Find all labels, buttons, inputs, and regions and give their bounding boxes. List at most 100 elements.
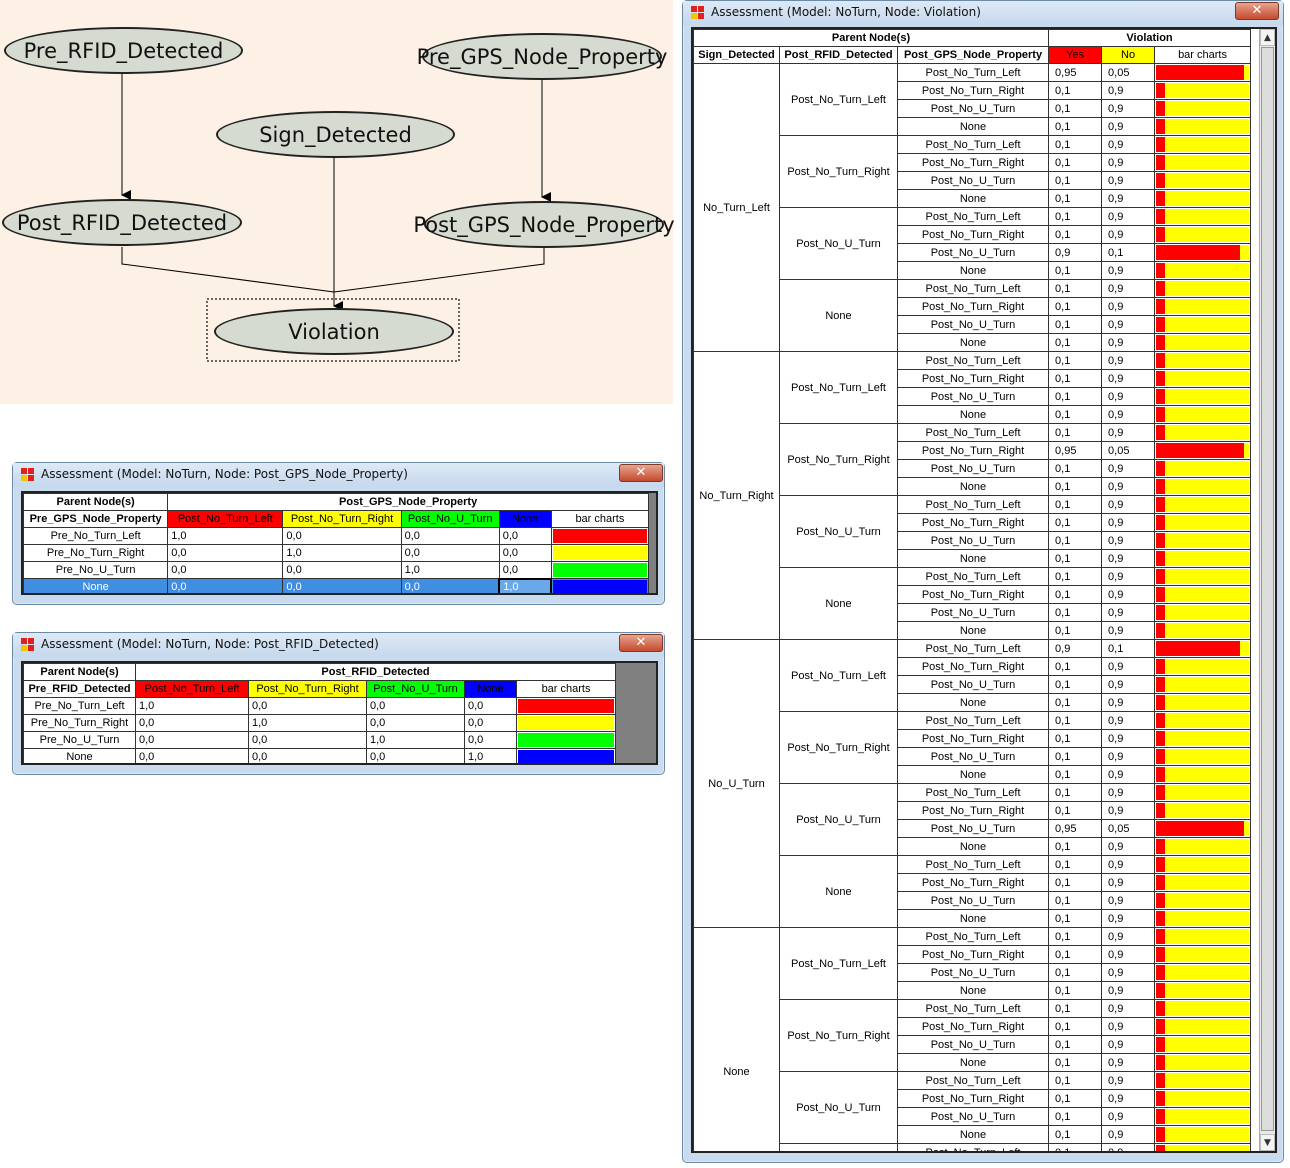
probability-yes-cell[interactable]: 0,1 [1048, 675, 1103, 694]
probability-yes-cell[interactable]: 0,1 [1048, 387, 1103, 406]
probability-yes-cell[interactable]: 0,1 [1048, 981, 1103, 1000]
probability-no-cell[interactable]: 0,9 [1101, 765, 1156, 784]
probability-cell[interactable]: 0,0 [248, 697, 367, 715]
probability-yes-cell[interactable]: 0,1 [1048, 873, 1103, 892]
table-row[interactable]: None 0,0 0,0 0,0 1,0 [23, 577, 650, 593]
probability-yes-cell[interactable]: 0,1 [1048, 1125, 1103, 1144]
probability-no-cell[interactable]: 0,9 [1101, 189, 1156, 208]
probability-cell[interactable]: 0,0 [167, 544, 284, 562]
probability-yes-cell[interactable]: 0,1 [1048, 207, 1103, 226]
probability-yes-cell[interactable]: 0,1 [1048, 513, 1103, 532]
probability-cell[interactable]: 0,0 [498, 544, 552, 562]
probability-cell[interactable]: 0,0 [366, 697, 465, 715]
scroll-down-arrow[interactable]: ▼ [1260, 1134, 1275, 1151]
probability-cell[interactable]: 1,0 [282, 544, 402, 562]
probability-no-cell[interactable]: 0,9 [1101, 603, 1156, 622]
probability-yes-cell[interactable]: 0,1 [1048, 1143, 1103, 1151]
probability-no-cell[interactable]: 0,9 [1101, 621, 1156, 640]
post-gps-cell[interactable]: None [896, 621, 1050, 640]
sign-detected-cell[interactable]: No_Turn_Left [693, 63, 780, 352]
probability-no-cell[interactable]: 0,9 [1101, 279, 1156, 298]
post-gps-cell[interactable]: Post_No_Turn_Left [896, 783, 1050, 802]
probability-yes-cell[interactable]: 0,1 [1048, 153, 1103, 172]
table-row[interactable]: Pre_No_Turn_Right 0,0 1,0 0,0 0,0 [23, 714, 617, 732]
close-button[interactable]: ✕ [1235, 2, 1279, 20]
node-pre-rfid-detected[interactable]: Pre_RFID_Detected [4, 27, 243, 74]
probability-no-cell[interactable]: 0,9 [1101, 783, 1156, 802]
probability-no-cell[interactable]: 0,9 [1101, 963, 1156, 982]
title-bar[interactable]: Assessment (Model: NoTurn, Node: Post_GP… [13, 463, 664, 487]
probability-yes-cell[interactable]: 0,1 [1048, 621, 1103, 640]
probability-yes-cell[interactable]: 0,1 [1048, 117, 1103, 136]
post-gps-cell[interactable]: Post_No_Turn_Right [896, 873, 1050, 892]
probability-cell[interactable]: 1,0 [248, 714, 367, 732]
post-gps-cell[interactable]: Post_No_Turn_Left [896, 279, 1050, 298]
probability-no-cell[interactable]: 0,9 [1101, 351, 1156, 370]
close-button[interactable]: ✕ [619, 634, 663, 652]
probability-yes-cell[interactable]: 0,1 [1048, 783, 1103, 802]
probability-yes-cell[interactable]: 0,1 [1048, 567, 1103, 586]
post-gps-cell[interactable]: None [896, 693, 1050, 712]
state-header[interactable]: None [498, 510, 552, 528]
probability-no-cell[interactable]: 0,9 [1101, 387, 1156, 406]
probability-no-cell[interactable]: 0,9 [1101, 873, 1156, 892]
table-row[interactable]: Pre_No_Turn_Left 1,0 0,0 0,0 0,0 [23, 697, 617, 715]
table-row[interactable]: No_Turn_Left Post_No_Turn_Left Post_No_Tur… [693, 63, 1252, 352]
post-gps-cell[interactable]: Post_No_Turn_Right [896, 369, 1050, 388]
probability-no-cell[interactable]: 0,9 [1101, 945, 1156, 964]
node-sign-detected[interactable]: Sign_Detected [216, 111, 455, 158]
post-gps-cell[interactable]: Post_No_Turn_Right [896, 945, 1050, 964]
post-gps-cell[interactable]: Post_No_Turn_Right [896, 801, 1050, 820]
post-gps-cell[interactable]: Post_No_U_Turn [896, 243, 1050, 262]
probability-yes-cell[interactable]: 0,1 [1048, 747, 1103, 766]
table-row[interactable]: Pre_No_U_Turn 0,0 0,0 1,0 0,0 [23, 561, 650, 579]
post-gps-cell[interactable]: Post_No_Turn_Right [896, 153, 1050, 172]
table-row[interactable]: No_Turn_Right Post_No_Turn_Left Post_No_Tu… [693, 351, 1252, 640]
sign-detected-cell[interactable]: No_Turn_Right [693, 351, 780, 640]
probability-no-cell[interactable]: 0,9 [1101, 405, 1156, 424]
post-gps-cell[interactable]: None [896, 1053, 1050, 1072]
post-gps-cell[interactable]: Post_No_Turn_Left [896, 711, 1050, 730]
sign-detected-cell[interactable]: None [693, 927, 780, 1151]
probability-yes-cell[interactable]: 0,1 [1048, 1035, 1103, 1054]
probability-yes-cell[interactable]: 0,1 [1048, 459, 1103, 478]
post-gps-cell[interactable]: Post_No_Turn_Right [896, 81, 1050, 100]
probability-yes-cell[interactable]: 0,95 [1048, 819, 1103, 838]
probability-cell[interactable]: 0,0 [464, 697, 517, 715]
post-rfid-cell[interactable]: Post_No_Turn_Right [779, 135, 898, 208]
probability-yes-cell[interactable]: 0,1 [1048, 657, 1103, 676]
sign-detected-cell[interactable]: No_U_Turn [693, 639, 780, 928]
probability-no-cell[interactable]: 0,9 [1101, 477, 1156, 496]
probability-yes-cell[interactable]: 0,1 [1048, 369, 1103, 388]
post-rfid-cell[interactable]: Post_No_Turn_Right [779, 423, 898, 496]
node-post-gps-node-property[interactable]: Post_GPS_Node_Property [413, 201, 675, 248]
probability-no-cell[interactable]: 0,9 [1101, 1071, 1156, 1090]
probability-cell[interactable]: 0,0 [498, 527, 552, 545]
probability-yes-cell[interactable]: 0,9 [1048, 243, 1103, 262]
post-gps-cell[interactable]: Post_No_Turn_Left [896, 351, 1050, 370]
probability-no-cell[interactable]: 0,9 [1101, 333, 1156, 352]
probability-yes-cell[interactable]: 0,1 [1048, 423, 1103, 442]
post-gps-cell[interactable]: None [896, 261, 1050, 280]
probability-no-cell[interactable]: 0,9 [1101, 1053, 1156, 1072]
probability-cell[interactable]: 1,0 [366, 731, 465, 749]
post-gps-cell[interactable]: None [896, 405, 1050, 424]
post-gps-cell[interactable]: Post_No_Turn_Right [896, 729, 1050, 748]
parent-state-cell[interactable]: Pre_No_Turn_Left [23, 697, 136, 715]
post-gps-cell[interactable]: Post_No_Turn_Left [896, 423, 1050, 442]
probability-no-cell[interactable]: 0,9 [1101, 531, 1156, 550]
network-canvas[interactable]: Pre_RFID_Detected Pre_GPS_Node_Property … [0, 0, 675, 404]
probability-cell[interactable]: 0,0 [400, 544, 500, 562]
probability-cell[interactable]: 1,0 [498, 577, 553, 593]
parent-state-cell[interactable]: None [23, 748, 136, 763]
probability-yes-cell[interactable]: 0,1 [1048, 261, 1103, 280]
post-gps-cell[interactable]: Post_No_U_Turn [896, 1035, 1050, 1054]
probability-no-cell[interactable]: 0,9 [1101, 585, 1156, 604]
probability-no-cell[interactable]: 0,9 [1101, 297, 1156, 316]
probability-no-cell[interactable]: 0,9 [1101, 855, 1156, 874]
probability-no-cell[interactable]: 0,9 [1101, 117, 1156, 136]
post-rfid-cell[interactable]: None [779, 567, 898, 640]
post-gps-cell[interactable]: None [896, 549, 1050, 568]
probability-no-cell[interactable]: 0,9 [1101, 981, 1156, 1000]
probability-cell[interactable]: 0,0 [366, 748, 465, 763]
